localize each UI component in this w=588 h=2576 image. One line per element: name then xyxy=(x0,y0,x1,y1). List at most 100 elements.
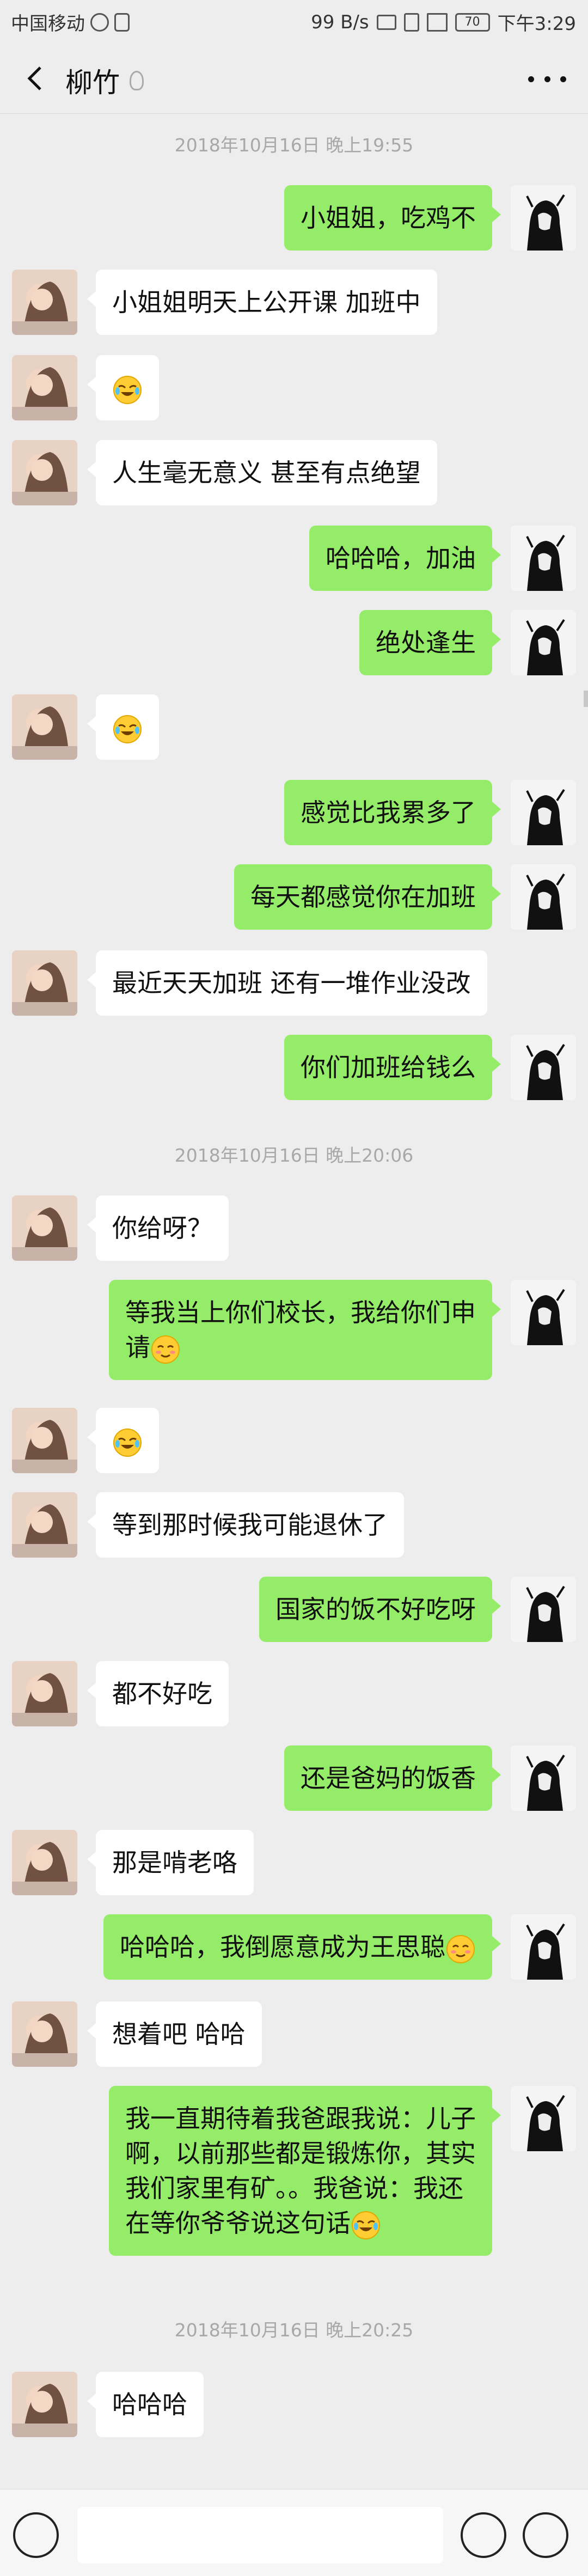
contact-avatar[interactable] xyxy=(12,950,77,1016)
message-bubble[interactable]: 哈哈哈 xyxy=(87,2372,204,2437)
battery-icon: 70 xyxy=(455,13,490,32)
emoji-icon[interactable] xyxy=(461,2512,506,2558)
my-avatar[interactable] xyxy=(511,610,576,675)
contact-avatar[interactable] xyxy=(12,355,77,420)
contact-title: 柳竹 xyxy=(65,61,144,100)
scroll-indicator[interactable] xyxy=(584,691,588,707)
signal-icon xyxy=(426,13,448,32)
message-text-line: 啊，以前那些都是锻炼你，其实 xyxy=(125,2139,476,2168)
message-text: 哈哈哈，加油 xyxy=(326,544,476,573)
message-bubble[interactable]: 哈哈哈，加油 xyxy=(309,526,501,591)
my-avatar[interactable] xyxy=(511,185,576,251)
message-input[interactable] xyxy=(77,2507,443,2563)
my-avatar[interactable] xyxy=(511,1745,576,1811)
received-message-row xyxy=(0,694,588,760)
sent-message-row: 哈哈哈，我倒愿意成为王思聪 xyxy=(0,1914,588,1980)
back-arrow-icon[interactable] xyxy=(20,62,52,95)
sent-message-row: 每天都感觉你在加班 xyxy=(0,864,588,930)
message-text: 国家的饭不好吃呀 xyxy=(275,1595,476,1624)
network-speed: 99 B/s xyxy=(311,11,369,33)
timestamp: 2018年10月16日 晚上19:55 xyxy=(174,135,414,156)
my-avatar[interactable] xyxy=(511,1280,576,1345)
message-bubble[interactable]: 小姐姐，吃鸡不 xyxy=(284,185,501,251)
contact-avatar[interactable] xyxy=(12,1408,77,1473)
message-text: 人生毫无意义 甚至有点绝望 xyxy=(112,458,421,487)
message-bubble[interactable]: 人生毫无意义 甚至有点绝望 xyxy=(87,440,437,505)
contact-avatar[interactable] xyxy=(12,1492,77,1558)
laugh-cry-emoji xyxy=(113,375,142,404)
contact-avatar[interactable] xyxy=(12,694,77,760)
message-bubble[interactable]: 最近天天加班 还有一堆作业没改 xyxy=(87,950,487,1016)
plus-icon[interactable] xyxy=(523,2512,568,2558)
message-bubble[interactable]: 等我当上你们校长，我给你们申请 xyxy=(109,1280,501,1380)
earpiece-icon xyxy=(130,71,144,90)
message-bubble[interactable]: 每天都感觉你在加班 xyxy=(234,864,501,930)
message-bubble[interactable]: 你们加班给钱么 xyxy=(284,1035,501,1100)
contact-avatar[interactable] xyxy=(12,1661,77,1726)
sent-message-row: 你们加班给钱么 xyxy=(0,1035,588,1100)
blush-emoji xyxy=(446,1934,475,1963)
my-avatar[interactable] xyxy=(511,1914,576,1980)
received-message-row: 你给呀？ xyxy=(0,1195,588,1261)
message-bubble[interactable]: 你给呀？ xyxy=(87,1195,229,1261)
message-bubble[interactable]: 小姐姐明天上公开课 加班中 xyxy=(87,270,437,335)
notification-icon xyxy=(114,13,130,32)
message-text-line: 等我当上你们校长，我给你们申 xyxy=(125,1298,476,1327)
message-text: 哈哈哈 xyxy=(112,2390,187,2419)
received-message-row: 那是啃老咯 xyxy=(0,1830,588,1895)
clock: 下午3:29 xyxy=(497,13,576,35)
message-bubble[interactable]: 国家的饭不好吃呀 xyxy=(259,1577,501,1642)
message-bubble[interactable] xyxy=(87,694,159,760)
my-avatar[interactable] xyxy=(511,526,576,591)
message-bubble[interactable] xyxy=(87,1408,159,1473)
sent-message-row: 感觉比我累多了 xyxy=(0,780,588,845)
message-bubble[interactable]: 那是啃老咯 xyxy=(87,1830,254,1895)
message-text: 你们加班给钱么 xyxy=(301,1053,476,1082)
message-bubble[interactable]: 绝处逢生 xyxy=(359,610,501,675)
message-bubble[interactable] xyxy=(87,355,159,420)
message-text: 那是啃老咯 xyxy=(112,1848,237,1877)
blush-emoji xyxy=(151,1335,180,1364)
sent-message-row: 小姐姐，吃鸡不 xyxy=(0,185,588,251)
received-message-row: 等到那时候我可能退休了 xyxy=(0,1492,588,1558)
my-avatar[interactable] xyxy=(511,1035,576,1100)
message-bubble[interactable]: 哈哈哈，我倒愿意成为王思聪 xyxy=(103,1914,501,1980)
mute-icon xyxy=(403,13,419,32)
contact-avatar[interactable] xyxy=(12,270,77,335)
message-text: 还是爸妈的饭香 xyxy=(301,1763,476,1793)
message-bubble[interactable]: 还是爸妈的饭香 xyxy=(284,1745,501,1811)
message-text-line: 我们家里有矿。。我爸说：我还 xyxy=(125,2174,463,2203)
my-avatar[interactable] xyxy=(511,780,576,845)
message-text: 感觉比我累多了 xyxy=(301,798,476,827)
received-message-row xyxy=(0,1408,588,1473)
message-bubble[interactable]: 我一直期待着我爸跟我说：儿子 啊，以前那些都是锻炼你，其实 我们家里有矿。。我爸说：… xyxy=(109,2086,501,2256)
message-bubble[interactable]: 等到那时候我可能退休了 xyxy=(87,1492,404,1558)
my-avatar[interactable] xyxy=(511,2086,576,2151)
message-bubble[interactable]: 感觉比我累多了 xyxy=(284,780,501,845)
more-dots-icon[interactable] xyxy=(528,65,566,93)
message-text: 最近天天加班 还有一堆作业没改 xyxy=(112,968,471,998)
contact-name: 柳竹 xyxy=(65,67,120,99)
sent-message-row: 绝处逢生 xyxy=(0,610,588,675)
contact-avatar[interactable] xyxy=(12,2001,77,2067)
laugh-cry-emoji xyxy=(113,1428,142,1457)
timestamp: 2018年10月16日 晚上20:25 xyxy=(174,2319,414,2341)
input-bar xyxy=(0,2489,588,2576)
contact-avatar[interactable] xyxy=(12,2372,77,2437)
sent-message-row: 哈哈哈，加油 xyxy=(0,526,588,591)
sent-message-row: 我一直期待着我爸跟我说：儿子 啊，以前那些都是锻炼你，其实 我们家里有矿。。我爸说：… xyxy=(0,2086,588,2260)
carrier-label: 中国移动 xyxy=(11,13,85,35)
contact-avatar[interactable] xyxy=(12,1195,77,1261)
contact-avatar[interactable] xyxy=(12,440,77,505)
received-message-row: 哈哈哈 xyxy=(0,2372,588,2437)
received-message-row xyxy=(0,355,588,420)
message-bubble[interactable]: 都不好吃 xyxy=(87,1661,229,1726)
laugh-cry-emoji xyxy=(113,715,142,743)
voice-icon[interactable] xyxy=(13,2512,59,2558)
my-avatar[interactable] xyxy=(511,1577,576,1642)
my-avatar[interactable] xyxy=(511,864,576,930)
timestamp: 2018年10月16日 晚上20:06 xyxy=(174,1145,414,1166)
message-text: 绝处逢生 xyxy=(376,628,476,657)
message-bubble[interactable]: 想着吧 哈哈 xyxy=(87,2001,262,2067)
contact-avatar[interactable] xyxy=(12,1830,77,1895)
